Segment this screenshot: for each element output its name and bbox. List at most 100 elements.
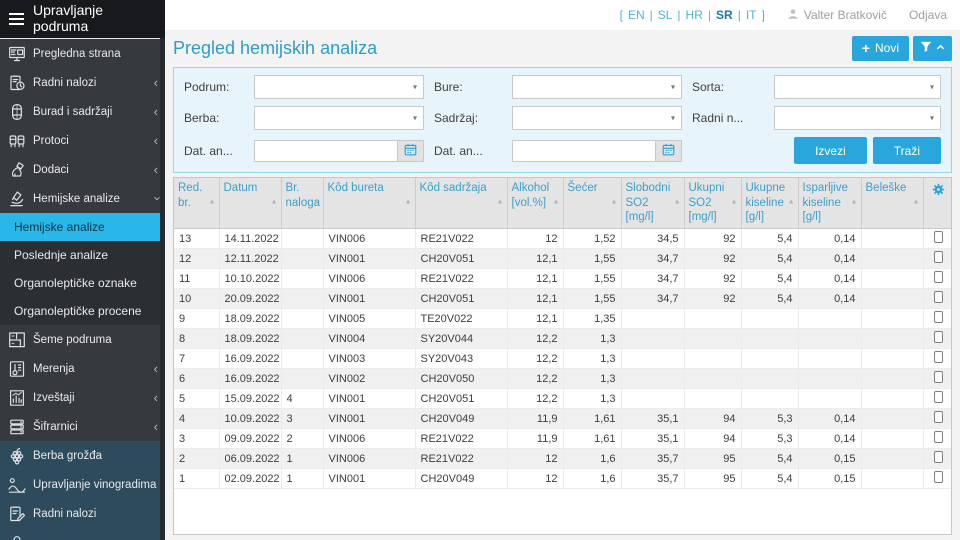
table-row[interactable]: 515.09.20224VIN001CH20V05112,21,3 xyxy=(174,389,952,409)
column-header-actions[interactable] xyxy=(923,178,952,229)
table-row[interactable]: 309.09.20222VIN006RE21V02211,91,6135,194… xyxy=(174,429,952,449)
chevron-left-icon: ‹ xyxy=(154,105,158,118)
note-icon[interactable] xyxy=(934,431,943,443)
note-icon[interactable] xyxy=(934,391,943,403)
bure-select[interactable]: ▾ xyxy=(512,75,682,99)
column-header-datum[interactable]: Datum▲ xyxy=(219,178,281,229)
funnel-icon xyxy=(920,41,932,56)
column-header-br-naloga[interactable]: Br. naloga▲ xyxy=(281,178,323,229)
column-label: Šećer xyxy=(568,182,598,194)
table-row[interactable]: 818.09.2022VIN004SY20V04412,21,3 xyxy=(174,329,952,349)
column-header-red-br[interactable]: Red. br.▲ xyxy=(174,178,219,229)
sorta-select[interactable]: ▾ xyxy=(774,75,941,99)
note-icon[interactable] xyxy=(934,451,943,463)
column-header-isparljive-kiseline[interactable]: Isparljive kiseline [g/l]▲ xyxy=(798,178,861,229)
table-row[interactable]: 1314.11.2022VIN006RE21V022121,5234,5925,… xyxy=(174,229,952,249)
lang-en[interactable]: EN xyxy=(628,8,645,22)
lang-it[interactable]: IT xyxy=(746,8,757,22)
cell-slobodni-so2: 35,7 xyxy=(621,469,684,489)
column-header-kod-bureta[interactable]: Kôd bureta▲ xyxy=(323,178,415,229)
column-header-ukupni-so2[interactable]: Ukupni SO2 [mg/l]▲ xyxy=(684,178,741,229)
sidebar-item-organolepticke-procene[interactable]: Organoleptičke procene xyxy=(0,297,165,325)
sidebar-item-seme-podruma[interactable]: Šeme podruma xyxy=(0,325,165,354)
column-header-beleske[interactable]: Beleške▲ xyxy=(861,178,923,229)
podrum-select[interactable]: ▾ xyxy=(254,75,424,99)
table-row[interactable]: 616.09.2022VIN002CH20V05012,21,3 xyxy=(174,369,952,389)
sidebar-scrollbar[interactable] xyxy=(160,38,165,540)
sidebar-item-label: Organoleptičke oznake xyxy=(14,276,137,290)
export-button[interactable]: Izvezi xyxy=(794,137,867,164)
table-row[interactable]: 1020.09.2022VIN001CH20V05112,11,5534,792… xyxy=(174,289,952,309)
sidebar-item-poslednje-analize[interactable]: Poslednje analize xyxy=(0,241,165,269)
dashboard-icon xyxy=(7,45,26,63)
bracket-close: ] xyxy=(761,8,764,22)
gear-icon[interactable] xyxy=(932,187,945,199)
menu-toggle-icon[interactable] xyxy=(9,13,24,25)
logout-link[interactable]: Odjava xyxy=(909,8,947,22)
table-row[interactable]: 1212.11.2022VIN001CH20V05112,11,5534,792… xyxy=(174,249,952,269)
sidebar-item-hemijske-analize-pregled[interactable]: Hemijske analize xyxy=(0,213,165,241)
column-header-alkohol[interactable]: Alkohol [vol.%]▲ xyxy=(507,178,563,229)
lang-hr[interactable]: HR xyxy=(686,8,703,22)
new-button[interactable]: + Novi xyxy=(852,36,909,61)
cell-kod-sadrzaja: CH20V049 xyxy=(415,409,507,429)
cell-ukupni-so2 xyxy=(684,389,741,409)
main-area: [EN|SL|HR|SR|IT] Valter Bratkovič Odjava… xyxy=(165,0,960,540)
cell-actions xyxy=(923,389,952,409)
note-icon[interactable] xyxy=(934,371,943,383)
column-header-kod-sadrzaja[interactable]: Kôd sadržaja▲ xyxy=(415,178,507,229)
datum-od-input[interactable] xyxy=(254,140,397,162)
sidebar-item-pregledna-strana[interactable]: Pregledna strana xyxy=(0,39,165,68)
sidebar-item-merenja[interactable]: Merenja‹ xyxy=(0,354,165,383)
note-icon[interactable] xyxy=(934,471,943,483)
note-icon[interactable] xyxy=(934,251,943,263)
note-icon[interactable] xyxy=(934,351,943,363)
filter-toggle-button[interactable] xyxy=(913,36,952,61)
sadrzaj-select[interactable]: ▾ xyxy=(512,106,682,130)
lang-sr[interactable]: SR xyxy=(716,8,733,22)
table-row[interactable]: 102.09.20221VIN001CH20V049121,635,7955,4… xyxy=(174,469,952,489)
sidebar-item-berba-grozdja[interactable]: Berba grožđa xyxy=(0,441,165,470)
sidebar-item-bottom-partial[interactable] xyxy=(0,528,165,540)
note-icon[interactable] xyxy=(934,271,943,283)
table-row[interactable]: 410.09.20223VIN001CH20V04911,91,6135,194… xyxy=(174,409,952,429)
sidebar-item-radni-nalozi[interactable]: Radni nalozi‹ xyxy=(0,68,165,97)
search-button[interactable]: Traži xyxy=(873,137,941,164)
cell-beleske xyxy=(861,229,923,249)
datum-od-calendar-button[interactable] xyxy=(397,140,424,162)
cell-slobodni-so2: 34,7 xyxy=(621,249,684,269)
sidebar-item-upravljanje-vinogradima[interactable]: Upravljanje vinogradima xyxy=(0,470,165,499)
cell-isparljive-kiseline xyxy=(798,309,861,329)
datum-do-calendar-button[interactable] xyxy=(655,140,682,162)
sidebar-item-burad-i-sadrzaji[interactable]: Burad i sadržaji‹ xyxy=(0,97,165,126)
note-icon[interactable] xyxy=(934,291,943,303)
sidebar-item-hemijske-analize[interactable]: Hemijske analize‹ xyxy=(0,184,165,213)
note-icon[interactable] xyxy=(934,331,943,343)
cell-kod-bureta: VIN006 xyxy=(323,229,415,249)
table-row[interactable]: 918.09.2022VIN005TE20V02212,11,35 xyxy=(174,309,952,329)
sidebar-item-izvestaji[interactable]: Izveštaji‹ xyxy=(0,383,165,412)
sidebar-item-sifrarnici[interactable]: Šifrarnici‹ xyxy=(0,412,165,441)
note-icon[interactable] xyxy=(934,311,943,323)
cell-ukupni-so2 xyxy=(684,369,741,389)
cell-kod-bureta: VIN006 xyxy=(323,449,415,469)
radni-nalog-select[interactable]: ▾ xyxy=(774,106,941,130)
table-row[interactable]: 716.09.2022VIN003SY20V04312,21,3 xyxy=(174,349,952,369)
sidebar-item-protoci[interactable]: Protoci‹ xyxy=(0,126,165,155)
column-header-ukupne-kiseline[interactable]: Ukupne kiseline [g/l]▲ xyxy=(741,178,798,229)
note-icon[interactable] xyxy=(934,411,943,423)
datum-do-input[interactable] xyxy=(512,140,655,162)
language-separator: | xyxy=(738,8,741,22)
table-row[interactable]: 206.09.20221VIN006RE21V022121,635,7955,4… xyxy=(174,449,952,469)
sidebar-item-dodaci[interactable]: Dodaci‹ xyxy=(0,155,165,184)
sidebar-item-organolepticke-oznake[interactable]: Organoleptičke oznake xyxy=(0,269,165,297)
page-title: Pregled hemijskih analiza xyxy=(173,38,852,59)
lang-sl[interactable]: SL xyxy=(658,8,673,22)
sidebar-item-radni-nalozi-vinograd[interactable]: Radni nalozi xyxy=(0,499,165,528)
berba-select[interactable]: ▾ xyxy=(254,106,424,130)
table-row[interactable]: 1110.10.2022VIN006RE21V02212,11,5534,792… xyxy=(174,269,952,289)
cell-secer: 1,55 xyxy=(563,249,621,269)
column-header-slobodni-so2[interactable]: Slobodni SO2 [mg/l]▲ xyxy=(621,178,684,229)
note-icon[interactable] xyxy=(934,231,943,243)
column-header-secer[interactable]: Šećer▲ xyxy=(563,178,621,229)
